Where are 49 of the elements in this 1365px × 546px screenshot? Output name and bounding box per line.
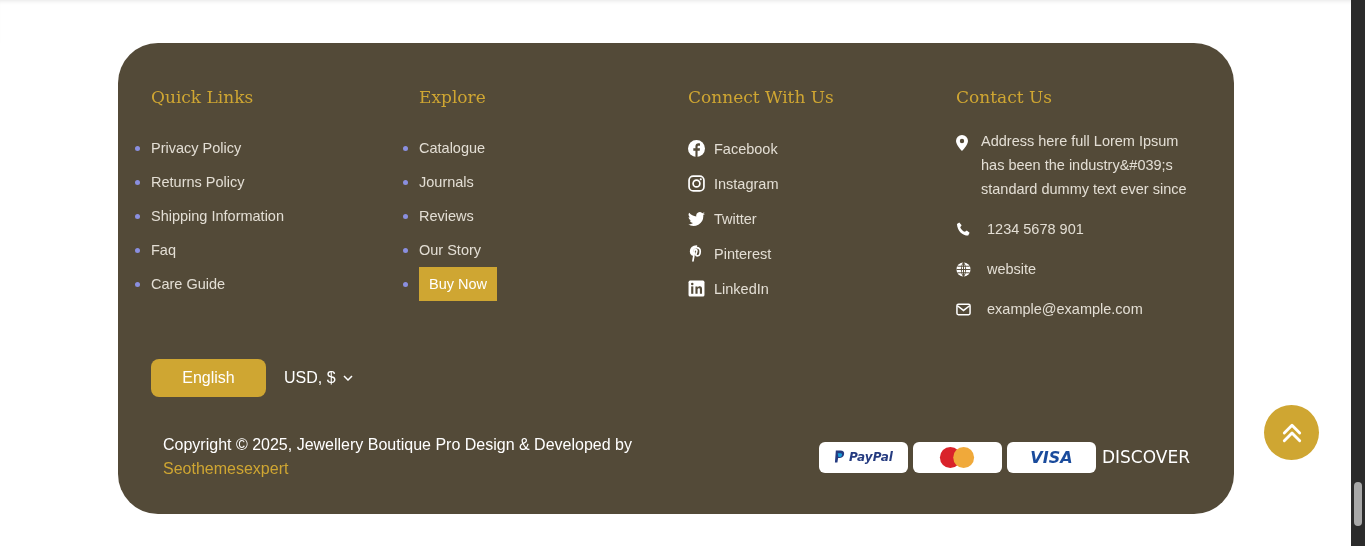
- caret-icon: [342, 375, 353, 381]
- footer-link[interactable]: Privacy Policy: [151, 140, 242, 156]
- social-link[interactable]: LinkedIn: [714, 280, 769, 297]
- bullet-icon: [403, 281, 408, 287]
- scrollbar[interactable]: [1351, 0, 1365, 546]
- currency-dropdown[interactable]: USD, $: [284, 369, 353, 387]
- social-link[interactable]: Facebook: [714, 140, 778, 157]
- bullet-icon: [403, 247, 408, 253]
- social-link[interactable]: Pinterest: [714, 245, 772, 262]
- contact-text: 1234 5678 901: [987, 221, 1084, 237]
- footer-link[interactable]: Reviews: [419, 208, 474, 224]
- bullet-icon: [403, 179, 408, 185]
- footer-link[interactable]: Returns Policy: [151, 174, 245, 190]
- bullet-icon: [403, 145, 408, 151]
- contact-text: website: [987, 261, 1037, 277]
- footer-link[interactable]: Catalogue: [419, 140, 486, 156]
- copyright-text: Copyright © 2025, Jewellery Boutique Pro Design & Developed by: [163, 435, 632, 455]
- globe-icon: [956, 261, 971, 277]
- footer-link[interactable]: Shipping Information: [151, 208, 284, 224]
- envelope-icon: [956, 301, 971, 317]
- column-heading: Explore: [419, 87, 487, 107]
- column-heading: Quick Links: [151, 87, 255, 107]
- discover-logo: DISCOVER: [1101, 447, 1190, 467]
- column-heading: Contact Us: [956, 87, 1053, 107]
- linkedin-icon[interactable]: [688, 280, 705, 297]
- facebook-icon[interactable]: [688, 140, 705, 157]
- social-link[interactable]: Instagram: [714, 175, 779, 192]
- chevrons-up-icon: [1280, 421, 1303, 444]
- visa-logo: VISA: [1006, 441, 1096, 473]
- bullet-icon: [403, 213, 408, 219]
- bullet-icon: [135, 179, 140, 185]
- paypal-logo: PayPal: [818, 441, 908, 473]
- location-pin-icon: [956, 135, 968, 151]
- bullet-icon: [135, 281, 140, 287]
- phone-icon: [956, 221, 971, 237]
- contact-text: example@example.com: [987, 301, 1143, 317]
- developer-link[interactable]: Seothemesexpert: [163, 460, 289, 477]
- footer-link[interactable]: Care Guide: [151, 276, 226, 292]
- footer-link[interactable]: Our Story: [419, 242, 482, 258]
- instagram-icon[interactable]: [688, 175, 705, 192]
- bullet-icon: [135, 213, 140, 219]
- bullet-icon: [135, 247, 140, 253]
- bullet-icon: [135, 145, 140, 151]
- footer-link[interactable]: Journals: [419, 174, 474, 190]
- column-heading: Connect With Us: [688, 87, 835, 107]
- footer-link[interactable]: Faq: [151, 242, 176, 258]
- social-link[interactable]: Twitter: [714, 210, 757, 227]
- contact-text: Address here full Lorem Ipsum has been the industry&#039;s standard dummy text ever since: [981, 132, 1188, 199]
- bird-icon[interactable]: [688, 210, 705, 227]
